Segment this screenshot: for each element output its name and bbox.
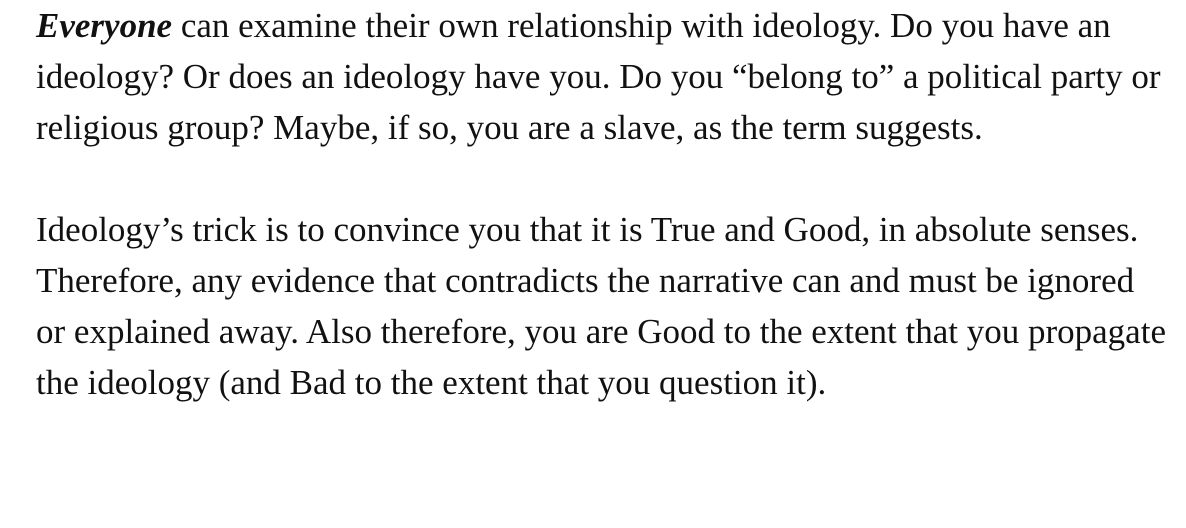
paragraph-2-text: Ideology’s trick is to convince you that…	[36, 210, 1166, 402]
paragraph-2: Ideology’s trick is to convince you that…	[36, 204, 1166, 408]
paragraph-1-text: can examine their own relationship with …	[36, 6, 1161, 147]
article-body: Everyone can examine their own relations…	[0, 0, 1186, 528]
emphasized-word: Everyone	[36, 6, 173, 45]
paragraph-1: Everyone can examine their own relations…	[36, 0, 1166, 153]
